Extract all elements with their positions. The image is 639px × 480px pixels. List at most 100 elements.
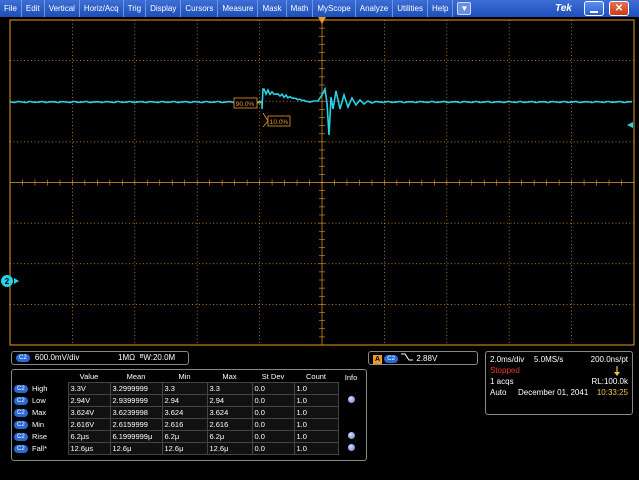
- measurement-row-rise[interactable]: C2 Rise 6.2μs 6.1999999μ 6.2μ 6.2μ 0.0 1.0: [12, 429, 364, 443]
- volts-per-div: 600.0mV/div: [34, 353, 80, 362]
- row-chip: C2: [12, 406, 30, 418]
- clock: 10:33:25: [596, 388, 628, 397]
- menu-item-math[interactable]: Math: [287, 0, 314, 17]
- measurement-mean: 6.1999999μ: [109, 429, 163, 443]
- info-icon[interactable]: [347, 395, 355, 403]
- info-cell: [338, 418, 364, 430]
- info-icon[interactable]: [347, 443, 355, 451]
- row-chip: C2: [12, 430, 30, 442]
- info-cell: [338, 430, 364, 442]
- menu-item-help[interactable]: Help: [428, 0, 454, 17]
- trigger-level: 2.88V: [416, 354, 438, 364]
- measurement-value: 3.624V: [67, 405, 111, 419]
- measurement-stdev: 0.0: [251, 381, 295, 395]
- measurement-max: 3.624: [206, 405, 253, 419]
- measurement-max: 6.2μ: [206, 429, 253, 443]
- cursor-lower[interactable]: 10.0%: [262, 112, 291, 128]
- header-info: Info: [344, 372, 358, 382]
- trigger-level-marker[interactable]: [627, 122, 633, 128]
- measurement-name: Fall*: [32, 443, 48, 453]
- header-max: Max: [222, 372, 237, 382]
- channel-2-settings[interactable]: C2 600.0mV/div 1MΩ ᴮW:20.0M: [11, 351, 189, 365]
- graticule-grid: [9, 19, 635, 346]
- menu-item-horiz-acq[interactable]: Horiz/Acq: [80, 0, 124, 17]
- measurement-stdev: 0.0: [251, 441, 295, 455]
- info-cell: [338, 394, 364, 406]
- row-chip: C2: [12, 418, 30, 430]
- channel-2-ground-marker[interactable]: 2: [1, 275, 19, 287]
- measurement-value: 2.616V: [67, 417, 111, 431]
- measurement-stdev: 0.0: [251, 393, 295, 407]
- menu-dropdown-button[interactable]: ▼: [457, 2, 472, 15]
- measurement-min: 3.3: [161, 381, 208, 395]
- trigger-readout[interactable]: A C2 2.88V: [368, 351, 478, 365]
- measurement-value: 3.3V: [67, 381, 111, 395]
- row-chip: C2: [12, 382, 30, 394]
- measurement-row-fall[interactable]: C2 Fall* 12.6μs 12.6μ 12.6μ 12.6μ 0.0 1.0: [12, 441, 364, 455]
- sample-rate: 5.0MS/s: [534, 355, 564, 364]
- measurement-table[interactable]: Value Mean Min Max St Dev Count Info C2 H…: [11, 369, 367, 461]
- channel-2-waveform: [9, 86, 633, 136]
- falling-edge-icon: [400, 352, 414, 366]
- measurement-name: Low: [32, 395, 46, 405]
- header-value: Value: [79, 372, 99, 382]
- menu-item-mask[interactable]: Mask: [258, 0, 287, 17]
- menu-item-measure[interactable]: Measure: [218, 0, 259, 17]
- impedance: 1MΩ: [118, 353, 136, 362]
- waveform-display[interactable]: 90.0% 10.0% 2: [0, 17, 639, 347]
- measurement-mean: 3.6239998: [109, 405, 163, 419]
- menu-item-vertical[interactable]: Vertical: [45, 0, 80, 17]
- measurement-row-min[interactable]: C2 Min 2.616V 2.6159999 2.616 2.616 0.0 1.0: [12, 417, 364, 431]
- measurement-count: 1.0: [293, 381, 339, 395]
- measurement-stdev: 0.0: [251, 405, 295, 419]
- measurement-value: 2.94V: [67, 393, 111, 407]
- measurement-value: 6.2μs: [67, 429, 111, 443]
- cursor-lower-label: 10.0%: [270, 119, 289, 126]
- channel-chip: C2: [16, 353, 30, 362]
- measurement-min: 2.94: [161, 393, 208, 407]
- measurement-count: 1.0: [293, 405, 339, 419]
- measurement-min: 12.6μ: [161, 441, 208, 455]
- header-mean: Mean: [126, 372, 146, 382]
- measurement-row-high[interactable]: C2 High 3.3V 3.2999999 3.3 3.3 0.0 1.0: [12, 381, 364, 395]
- menu-item-analyze[interactable]: Analyze: [356, 0, 394, 17]
- time-resolution: 200.0ns/pt: [590, 355, 628, 364]
- measurement-mean: 2.9399999: [109, 393, 163, 407]
- info-cell: [338, 442, 364, 454]
- measurement-mean: 12.6μ: [109, 441, 163, 455]
- menu-item-utilities[interactable]: Utilities: [393, 0, 428, 17]
- measurement-name: Min: [32, 419, 45, 429]
- header-stdev: St Dev: [261, 372, 285, 382]
- menu-item-cursors[interactable]: Cursors: [181, 0, 219, 17]
- bandwidth-limit: ᴮW:20.0M: [140, 353, 176, 362]
- acquisition-readout[interactable]: 2.0ms/div 5.0MS/s 200.0ns/pt Stopped 1 a…: [485, 351, 633, 415]
- menu-item-file[interactable]: File: [0, 0, 22, 17]
- trigger-mode: Auto: [490, 388, 507, 397]
- measurement-value: 12.6μs: [67, 441, 111, 455]
- measurement-min: 6.2μ: [161, 429, 208, 443]
- measurement-row-low[interactable]: C2 Low 2.94V 2.9399999 2.94 2.94 0.0 1.0: [12, 393, 364, 407]
- measurement-name: Max: [32, 407, 47, 417]
- acquisition-state: Stopped: [490, 366, 520, 375]
- trigger-a-badge: A: [373, 354, 382, 364]
- row-chip: C2: [12, 442, 30, 454]
- menu-item-display[interactable]: Display: [146, 0, 182, 17]
- close-button[interactable]: ✕: [609, 1, 629, 16]
- menu-item-edit[interactable]: Edit: [22, 0, 45, 17]
- menu-item-trig[interactable]: Trig: [124, 0, 147, 17]
- measurement-count: 1.0: [293, 417, 339, 431]
- menu-bar: File Edit Vertical Horiz/Acq Trig Display Curs…: [0, 0, 639, 17]
- channel-marker-label: 2: [5, 277, 10, 286]
- menu-item-myscope[interactable]: MyScope: [313, 0, 356, 17]
- measurement-row-max[interactable]: C2 Max 3.624V 3.6239998 3.624 3.624 0.0 1.0: [12, 405, 364, 419]
- minimize-button[interactable]: [584, 1, 604, 16]
- measurement-stdev: 0.0: [251, 429, 295, 443]
- info-icon[interactable]: [347, 431, 355, 439]
- date: December 01, 2041: [518, 388, 589, 397]
- measurement-mean: 3.2999999: [109, 381, 163, 395]
- time-per-div: 2.0ms/div: [490, 355, 525, 364]
- measurement-min: 3.624: [161, 405, 208, 419]
- measurement-stdev: 0.0: [251, 417, 295, 431]
- row-chip: C2: [12, 394, 30, 406]
- cursor-upper[interactable]: 90.0%: [233, 97, 263, 109]
